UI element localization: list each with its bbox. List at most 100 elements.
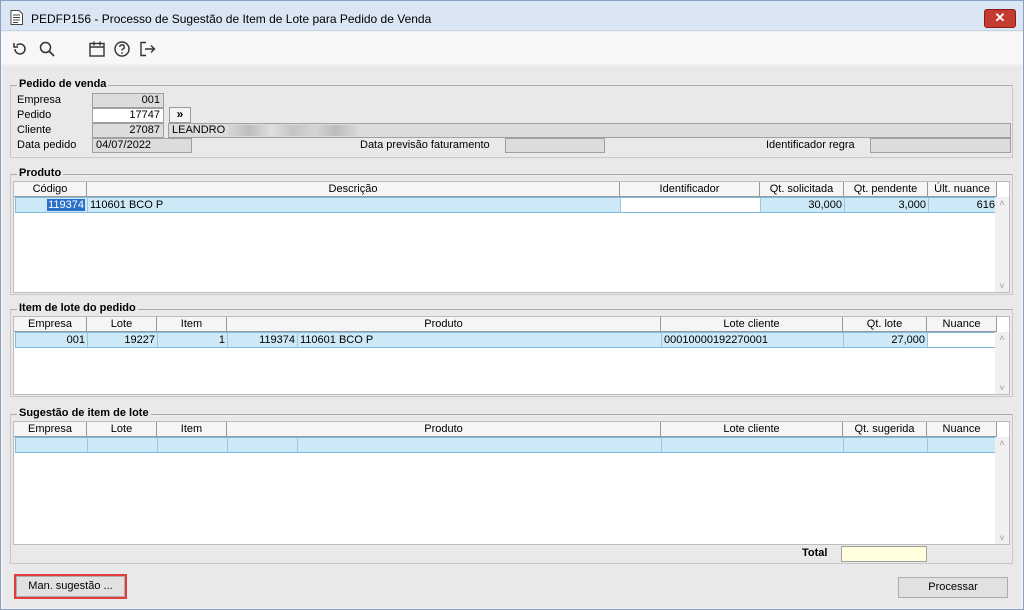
cliente-label: Cliente bbox=[17, 124, 52, 136]
toolbar bbox=[1, 32, 1023, 64]
cliente-name-field: LEANDRO bbox=[168, 123, 1011, 138]
cell-lote[interactable] bbox=[88, 438, 158, 452]
cell-item[interactable] bbox=[158, 438, 228, 452]
data-previsao-label: Data previsão faturamento bbox=[360, 139, 490, 151]
produto-section: Produto Código Descrição Identificador Q… bbox=[10, 167, 1013, 295]
calendar-icon[interactable] bbox=[88, 40, 106, 58]
sugestao-grid-header: Empresa Lote Item Produto Lote cliente Q… bbox=[14, 422, 997, 437]
refresh-icon[interactable] bbox=[11, 40, 29, 58]
item-lote-legend: Item de lote do pedido bbox=[17, 302, 138, 314]
col-empresa[interactable]: Empresa bbox=[14, 317, 87, 332]
cell-lote[interactable]: 19227 bbox=[88, 333, 158, 347]
col-descricao[interactable]: Descrição bbox=[87, 182, 620, 197]
cliente-code-field: 27087 bbox=[92, 123, 164, 138]
cell-produto-code[interactable]: 119374 bbox=[228, 333, 298, 347]
window-title: PEDFP156 - Processo de Sugestão de Item … bbox=[31, 12, 432, 26]
cell-lote-cliente[interactable]: 00010000192270001 bbox=[662, 333, 844, 347]
sugestao-section: Sugestão de item de lote Empresa Lote It… bbox=[10, 407, 1013, 564]
identificador-regra-label: Identificador regra bbox=[766, 139, 855, 151]
sugestao-grid[interactable]: Empresa Lote Item Produto Lote cliente Q… bbox=[13, 421, 1010, 545]
col-item[interactable]: Item bbox=[157, 317, 227, 332]
data-previsao-field bbox=[505, 138, 605, 153]
col-empresa[interactable]: Empresa bbox=[14, 422, 87, 437]
col-qt-sugerida[interactable]: Qt. sugerida bbox=[843, 422, 927, 437]
title-bar: PEDFP156 - Processo de Sugestão de Item … bbox=[1, 1, 1023, 31]
col-produto[interactable]: Produto bbox=[227, 422, 661, 437]
cell-ult-nuance[interactable]: 616 bbox=[929, 198, 998, 212]
cell-empresa[interactable]: 001 bbox=[16, 333, 88, 347]
cell-produto-code[interactable] bbox=[228, 438, 298, 452]
cell-empresa[interactable] bbox=[16, 438, 88, 452]
identificador-regra-field bbox=[870, 138, 1011, 153]
cell-nuance[interactable] bbox=[928, 333, 998, 347]
data-pedido-label: Data pedido bbox=[17, 139, 77, 151]
col-produto[interactable]: Produto bbox=[227, 317, 661, 332]
cliente-name: LEANDRO bbox=[172, 124, 226, 136]
table-row[interactable]: 001 19227 1 119374 110601 BCO P 00010000… bbox=[15, 332, 998, 348]
cell-qt-lote[interactable]: 27,000 bbox=[844, 333, 928, 347]
scroll-down-icon[interactable]: ˅ bbox=[998, 384, 1006, 393]
col-item[interactable]: Item bbox=[157, 422, 227, 437]
close-button[interactable]: ✕ bbox=[984, 9, 1016, 28]
col-lote[interactable]: Lote bbox=[87, 422, 157, 437]
item-lote-scrollbar[interactable]: ˄ ˅ bbox=[995, 332, 1009, 394]
scroll-up-icon[interactable]: ˄ bbox=[998, 334, 1006, 343]
item-lote-grid-header: Empresa Lote Item Produto Lote cliente Q… bbox=[14, 317, 997, 332]
pedido-label: Pedido bbox=[17, 109, 52, 121]
col-qt-pendente[interactable]: Qt. pendente bbox=[844, 182, 928, 197]
redacted-text bbox=[228, 124, 359, 136]
main-window: PEDFP156 - Processo de Sugestão de Item … bbox=[0, 0, 1024, 610]
man-sugestao-button[interactable]: Man. sugestão ... bbox=[14, 574, 127, 599]
scroll-down-icon[interactable]: ˅ bbox=[998, 534, 1006, 543]
col-identificador[interactable]: Identificador bbox=[620, 182, 760, 197]
col-lote-cliente[interactable]: Lote cliente bbox=[661, 422, 843, 437]
empresa-label: Empresa bbox=[17, 94, 62, 106]
col-lote[interactable]: Lote bbox=[87, 317, 157, 332]
content-area: Pedido de venda Empresa 001 Pedido 17747… bbox=[3, 66, 1021, 608]
total-field bbox=[841, 546, 927, 562]
cell-produto-desc[interactable] bbox=[298, 438, 662, 452]
scroll-down-icon[interactable]: ˅ bbox=[998, 282, 1006, 291]
cell-produto-desc[interactable]: 110601 BCO P bbox=[298, 333, 662, 347]
pedido-field[interactable]: 17747 bbox=[92, 108, 164, 123]
cell-qt-solicitada[interactable]: 30,000 bbox=[761, 198, 845, 212]
col-lote-cliente[interactable]: Lote cliente bbox=[661, 317, 843, 332]
item-lote-grid[interactable]: Empresa Lote Item Produto Lote cliente Q… bbox=[13, 316, 1010, 395]
cell-item[interactable]: 1 bbox=[158, 333, 228, 347]
cell-identificador[interactable] bbox=[621, 198, 761, 212]
scroll-up-icon[interactable]: ˄ bbox=[998, 439, 1006, 448]
col-codigo[interactable]: Código bbox=[14, 182, 87, 197]
col-nuance[interactable]: Nuance bbox=[927, 317, 997, 332]
cell-lote-cliente[interactable] bbox=[662, 438, 844, 452]
produto-scrollbar[interactable]: ˄ ˅ bbox=[995, 197, 1009, 292]
sugestao-scrollbar[interactable]: ˄ ˅ bbox=[995, 437, 1009, 544]
cell-qt-pendente[interactable]: 3,000 bbox=[845, 198, 929, 212]
produto-grid[interactable]: Código Descrição Identificador Qt. solic… bbox=[13, 181, 1010, 293]
pedido-lookup-button[interactable]: » bbox=[169, 107, 191, 123]
scroll-up-icon[interactable]: ˄ bbox=[998, 199, 1006, 208]
col-qt-lote[interactable]: Qt. lote bbox=[843, 317, 927, 332]
col-nuance[interactable]: Nuance bbox=[927, 422, 997, 437]
cell-descricao[interactable]: 110601 BCO P bbox=[88, 198, 621, 212]
pedido-legend: Pedido de venda bbox=[17, 78, 109, 90]
cell-qt-sugerida[interactable] bbox=[844, 438, 928, 452]
total-label: Total bbox=[802, 547, 828, 559]
cell-codigo-value: 119374 bbox=[47, 199, 85, 211]
produto-grid-header: Código Descrição Identificador Qt. solic… bbox=[14, 182, 997, 197]
col-ult-nuance[interactable]: Últ. nuance bbox=[928, 182, 997, 197]
data-pedido-field: 04/07/2022 bbox=[92, 138, 192, 153]
empresa-field: 001 bbox=[92, 93, 164, 108]
table-row[interactable] bbox=[15, 437, 998, 453]
pedido-section: Pedido de venda Empresa 001 Pedido 17747… bbox=[10, 78, 1013, 158]
cell-nuance[interactable] bbox=[928, 438, 998, 452]
col-qt-solicitada[interactable]: Qt. solicitada bbox=[760, 182, 844, 197]
cell-codigo[interactable]: 119374 bbox=[16, 198, 88, 212]
produto-legend: Produto bbox=[17, 167, 64, 179]
help-icon[interactable] bbox=[113, 40, 131, 58]
search-icon[interactable] bbox=[38, 40, 56, 58]
exit-icon[interactable] bbox=[138, 40, 156, 58]
item-lote-section: Item de lote do pedido Empresa Lote Item… bbox=[10, 302, 1013, 397]
table-row[interactable]: 119374 110601 BCO P 30,000 3,000 616 bbox=[15, 197, 998, 213]
sugestao-legend: Sugestão de item de lote bbox=[17, 407, 151, 419]
processar-button[interactable]: Processar bbox=[898, 577, 1008, 598]
